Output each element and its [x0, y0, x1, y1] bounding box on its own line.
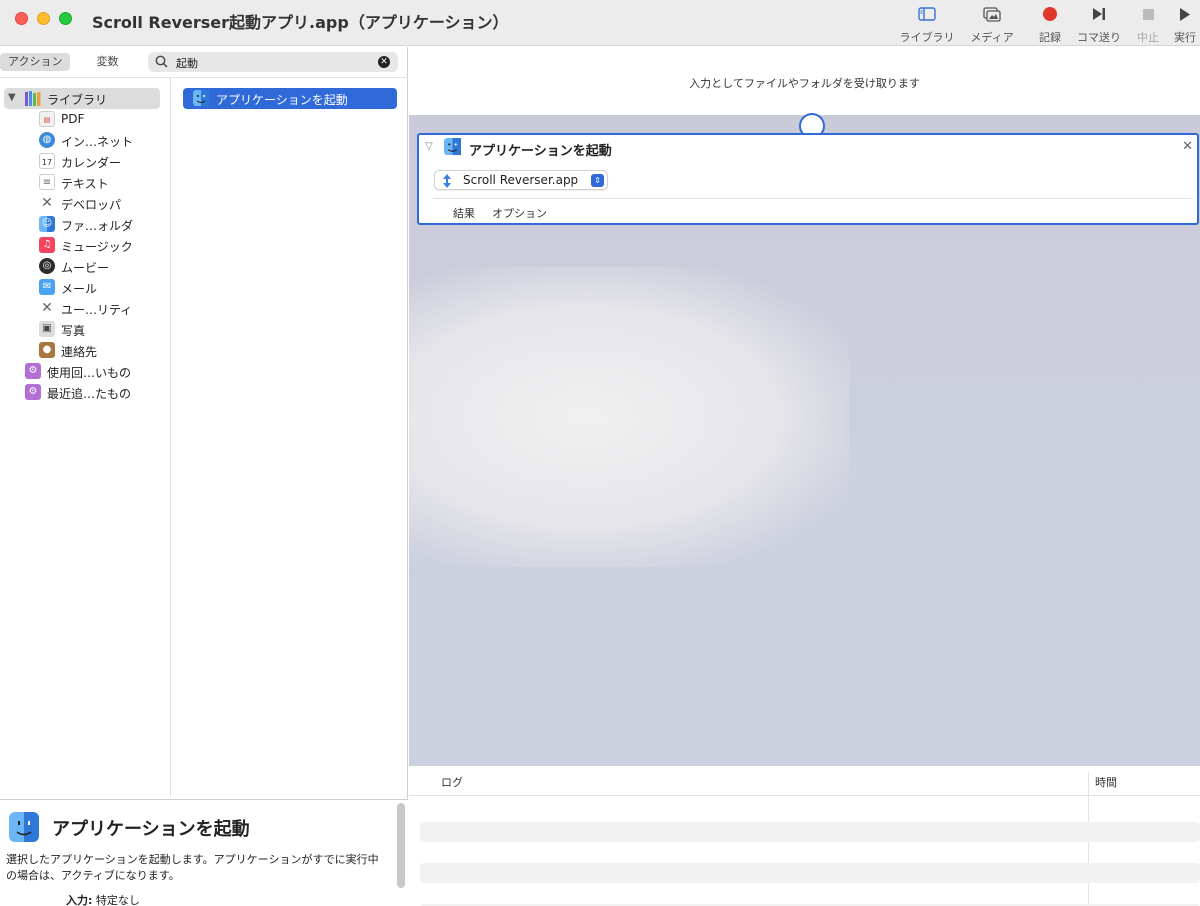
description-scrollbar[interactable] [397, 803, 405, 888]
options-toggle[interactable]: オプション [492, 205, 547, 221]
input-label: 入力: [66, 894, 93, 906]
library-panel: アクション 変数 起動 ✕ ▼ ライブラリ ▤ PDF ◍ イン…ネット 17 … [0, 47, 408, 906]
category-label: ムービー [61, 261, 110, 275]
play-icon [1170, 4, 1200, 24]
workflow-input-header: 入力としてファイルやフォルダを受け取ります [409, 47, 1200, 115]
category-label: テキスト [61, 177, 109, 191]
mail-icon: ✉ [39, 279, 55, 295]
chevron-updown-icon: ⇕ [591, 174, 604, 187]
run-label: 実行 [1174, 31, 1196, 44]
action-list: アプリケーションを起動 [172, 77, 408, 797]
smart-folder-icon: ⚙ [25, 363, 41, 379]
category-label: デベロッパ [61, 198, 122, 212]
log-header-divider [409, 795, 1200, 796]
action-card-title: アプリケーションを起動 [469, 144, 612, 159]
media-toolbar-button[interactable]: メディア [966, 4, 1018, 44]
finder-icon [193, 90, 209, 109]
log-row [420, 822, 1200, 842]
media-toolbar-label: メディア [970, 31, 1014, 44]
action-card-launch-application[interactable]: ▽ アプリケーションを起動 ✕ Scroll Reverser.app ⇕ 結果… [417, 133, 1199, 225]
library-toolbar-button[interactable]: ライブラリ [898, 4, 956, 44]
movie-icon: ◎ [39, 258, 55, 274]
calendar-icon: 17 [39, 153, 55, 169]
category-label: 写真 [61, 324, 86, 338]
input-value: 特定なし [95, 894, 140, 906]
music-icon: ♫ [39, 237, 55, 253]
smart-folder-icon: ⚙ [25, 384, 41, 400]
step-button[interactable]: コマ送り [1073, 4, 1125, 44]
chevron-down-icon[interactable]: ▽ [425, 141, 433, 152]
log-panel: ログ 時間 [409, 765, 1200, 906]
variables-tab[interactable]: 変数 [88, 53, 126, 71]
smart-group-label: 使用回…いもの [47, 366, 132, 380]
media-icon [966, 4, 1018, 24]
library-toolbar-label: ライブラリ [899, 31, 955, 44]
category-label: ファ…ォルダ [61, 219, 134, 233]
workflow-input-text: 入力としてファイルやフォルダを受け取ります [689, 77, 920, 90]
record-icon [1034, 4, 1066, 24]
category-label: イン…ネット [61, 135, 134, 149]
zoom-window-button[interactable] [59, 12, 72, 25]
window-title: Scroll Reverser起動アプリ.app（アプリケーション） [92, 13, 509, 32]
text-icon: ≡ [39, 174, 55, 190]
application-popup[interactable]: Scroll Reverser.app ⇕ [434, 170, 608, 190]
category-list: ▼ ライブラリ ▤ PDF ◍ イン…ネット 17 カレンダー ≡ テキスト ✕… [0, 77, 171, 797]
chevron-down-icon[interactable]: ▼ [8, 92, 16, 103]
run-button[interactable]: 実行 [1170, 4, 1200, 44]
step-icon [1073, 4, 1125, 24]
finder-icon: ☺ [39, 216, 55, 232]
description-title: アプリケーションを起動 [52, 819, 250, 840]
app-icon [441, 173, 453, 192]
close-window-button[interactable] [15, 12, 28, 25]
category-label: メール [61, 282, 98, 296]
log-column-header[interactable]: ログ [441, 774, 463, 790]
stop-label: 中止 [1137, 31, 1159, 44]
category-label: PDF [61, 112, 85, 126]
category-label: ミュージック [61, 240, 133, 254]
developer-icon: ✕ [41, 195, 53, 211]
category-label: 連絡先 [61, 345, 98, 359]
globe-icon: ◍ [39, 132, 55, 148]
results-toggle[interactable]: 結果 [453, 205, 475, 221]
action-item-label: アプリケーションを起動 [216, 93, 348, 107]
actions-tab[interactable]: アクション [0, 53, 71, 71]
card-divider [433, 198, 1193, 199]
search-icon [155, 55, 168, 71]
application-popup-value: Scroll Reverser.app [463, 173, 579, 187]
sidebar-icon [898, 4, 956, 24]
clear-search-icon[interactable]: ✕ [378, 56, 390, 68]
record-button[interactable]: 記録 [1034, 4, 1066, 44]
workflow-background-glow [409, 267, 849, 567]
library-icon [24, 90, 42, 110]
description-body: 選択したアプリケーションを起動します。アプリケーションがすでに実行中の場合は、ア… [6, 853, 379, 882]
smart-group-label: 最近追…たもの [47, 387, 132, 401]
category-label: ユー…リティ [61, 303, 133, 317]
workflow-area[interactable]: 入力としてファイルやフォルダを受け取ります ▽ アプリケーションを起動 ✕ Sc… [409, 47, 1200, 765]
close-icon[interactable]: ✕ [1182, 139, 1193, 154]
title-bar: Scroll Reverser起動アプリ.app（アプリケーション） ライブラリ… [0, 0, 1200, 46]
category-label: カレンダー [61, 156, 122, 170]
record-label: 記録 [1039, 31, 1061, 44]
segmented-control: アクション 変数 [0, 53, 126, 71]
minimize-window-button[interactable] [37, 12, 50, 25]
log-row [420, 863, 1200, 883]
step-label: コマ送り [1077, 31, 1121, 44]
utility-icon: ✕ [41, 300, 53, 316]
search-input[interactable]: 起動 [176, 55, 198, 71]
action-item-launch-application[interactable]: アプリケーションを起動 [183, 88, 397, 109]
pdf-icon: ▤ [39, 111, 55, 127]
search-field[interactable]: 起動 ✕ [148, 52, 398, 72]
contacts-icon: ● [39, 342, 55, 358]
finder-icon [9, 812, 39, 845]
finder-icon [444, 138, 461, 158]
library-root-label: ライブラリ [47, 93, 108, 107]
photo-icon: ▣ [39, 321, 55, 337]
stop-button[interactable]: 中止 [1132, 4, 1164, 44]
stop-icon [1132, 4, 1164, 24]
description-input: 入力: 特定なし [66, 892, 140, 906]
library-root-item[interactable]: ▼ ライブラリ [4, 88, 160, 109]
action-description: アプリケーションを起動 選択したアプリケーションを起動します。アプリケーションが… [0, 799, 408, 906]
time-column-header[interactable]: 時間 [1095, 774, 1117, 790]
